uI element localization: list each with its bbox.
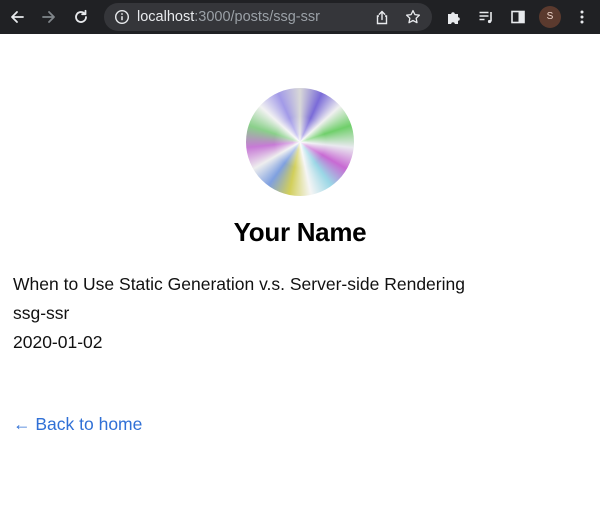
browser-toolbar: localhost:3000/posts/ssg-ssr S — [0, 0, 600, 34]
kebab-menu-icon[interactable] — [571, 6, 593, 28]
info-icon[interactable] — [114, 9, 130, 25]
reload-icon[interactable] — [69, 5, 93, 29]
url-text[interactable]: localhost:3000/posts/ssg-ssr — [137, 3, 320, 31]
star-icon[interactable] — [404, 8, 422, 26]
page-title: Your Name — [233, 217, 367, 247]
avatar[interactable]: S — [539, 6, 561, 28]
address-bar[interactable]: localhost:3000/posts/ssg-ssr — [104, 3, 432, 31]
share-icon[interactable] — [373, 8, 391, 26]
reading-list-icon[interactable] — [475, 6, 497, 28]
url-path: :3000/posts/ssg-ssr — [194, 9, 320, 25]
post-id: ssg-ssr — [13, 303, 70, 323]
post-title: When to Use Static Generation v.s. Serve… — [13, 274, 465, 294]
puzzle-icon[interactable] — [443, 6, 465, 28]
post-date: 2020-01-02 — [13, 332, 103, 352]
side-panel-icon[interactable] — [507, 6, 529, 28]
back-arrow-icon[interactable] — [5, 5, 29, 29]
back-to-home-link[interactable]: ← Back to home — [13, 414, 142, 435]
url-host: localhost — [137, 9, 195, 25]
forward-arrow-icon[interactable] — [37, 5, 61, 29]
profile-image — [246, 88, 354, 196]
